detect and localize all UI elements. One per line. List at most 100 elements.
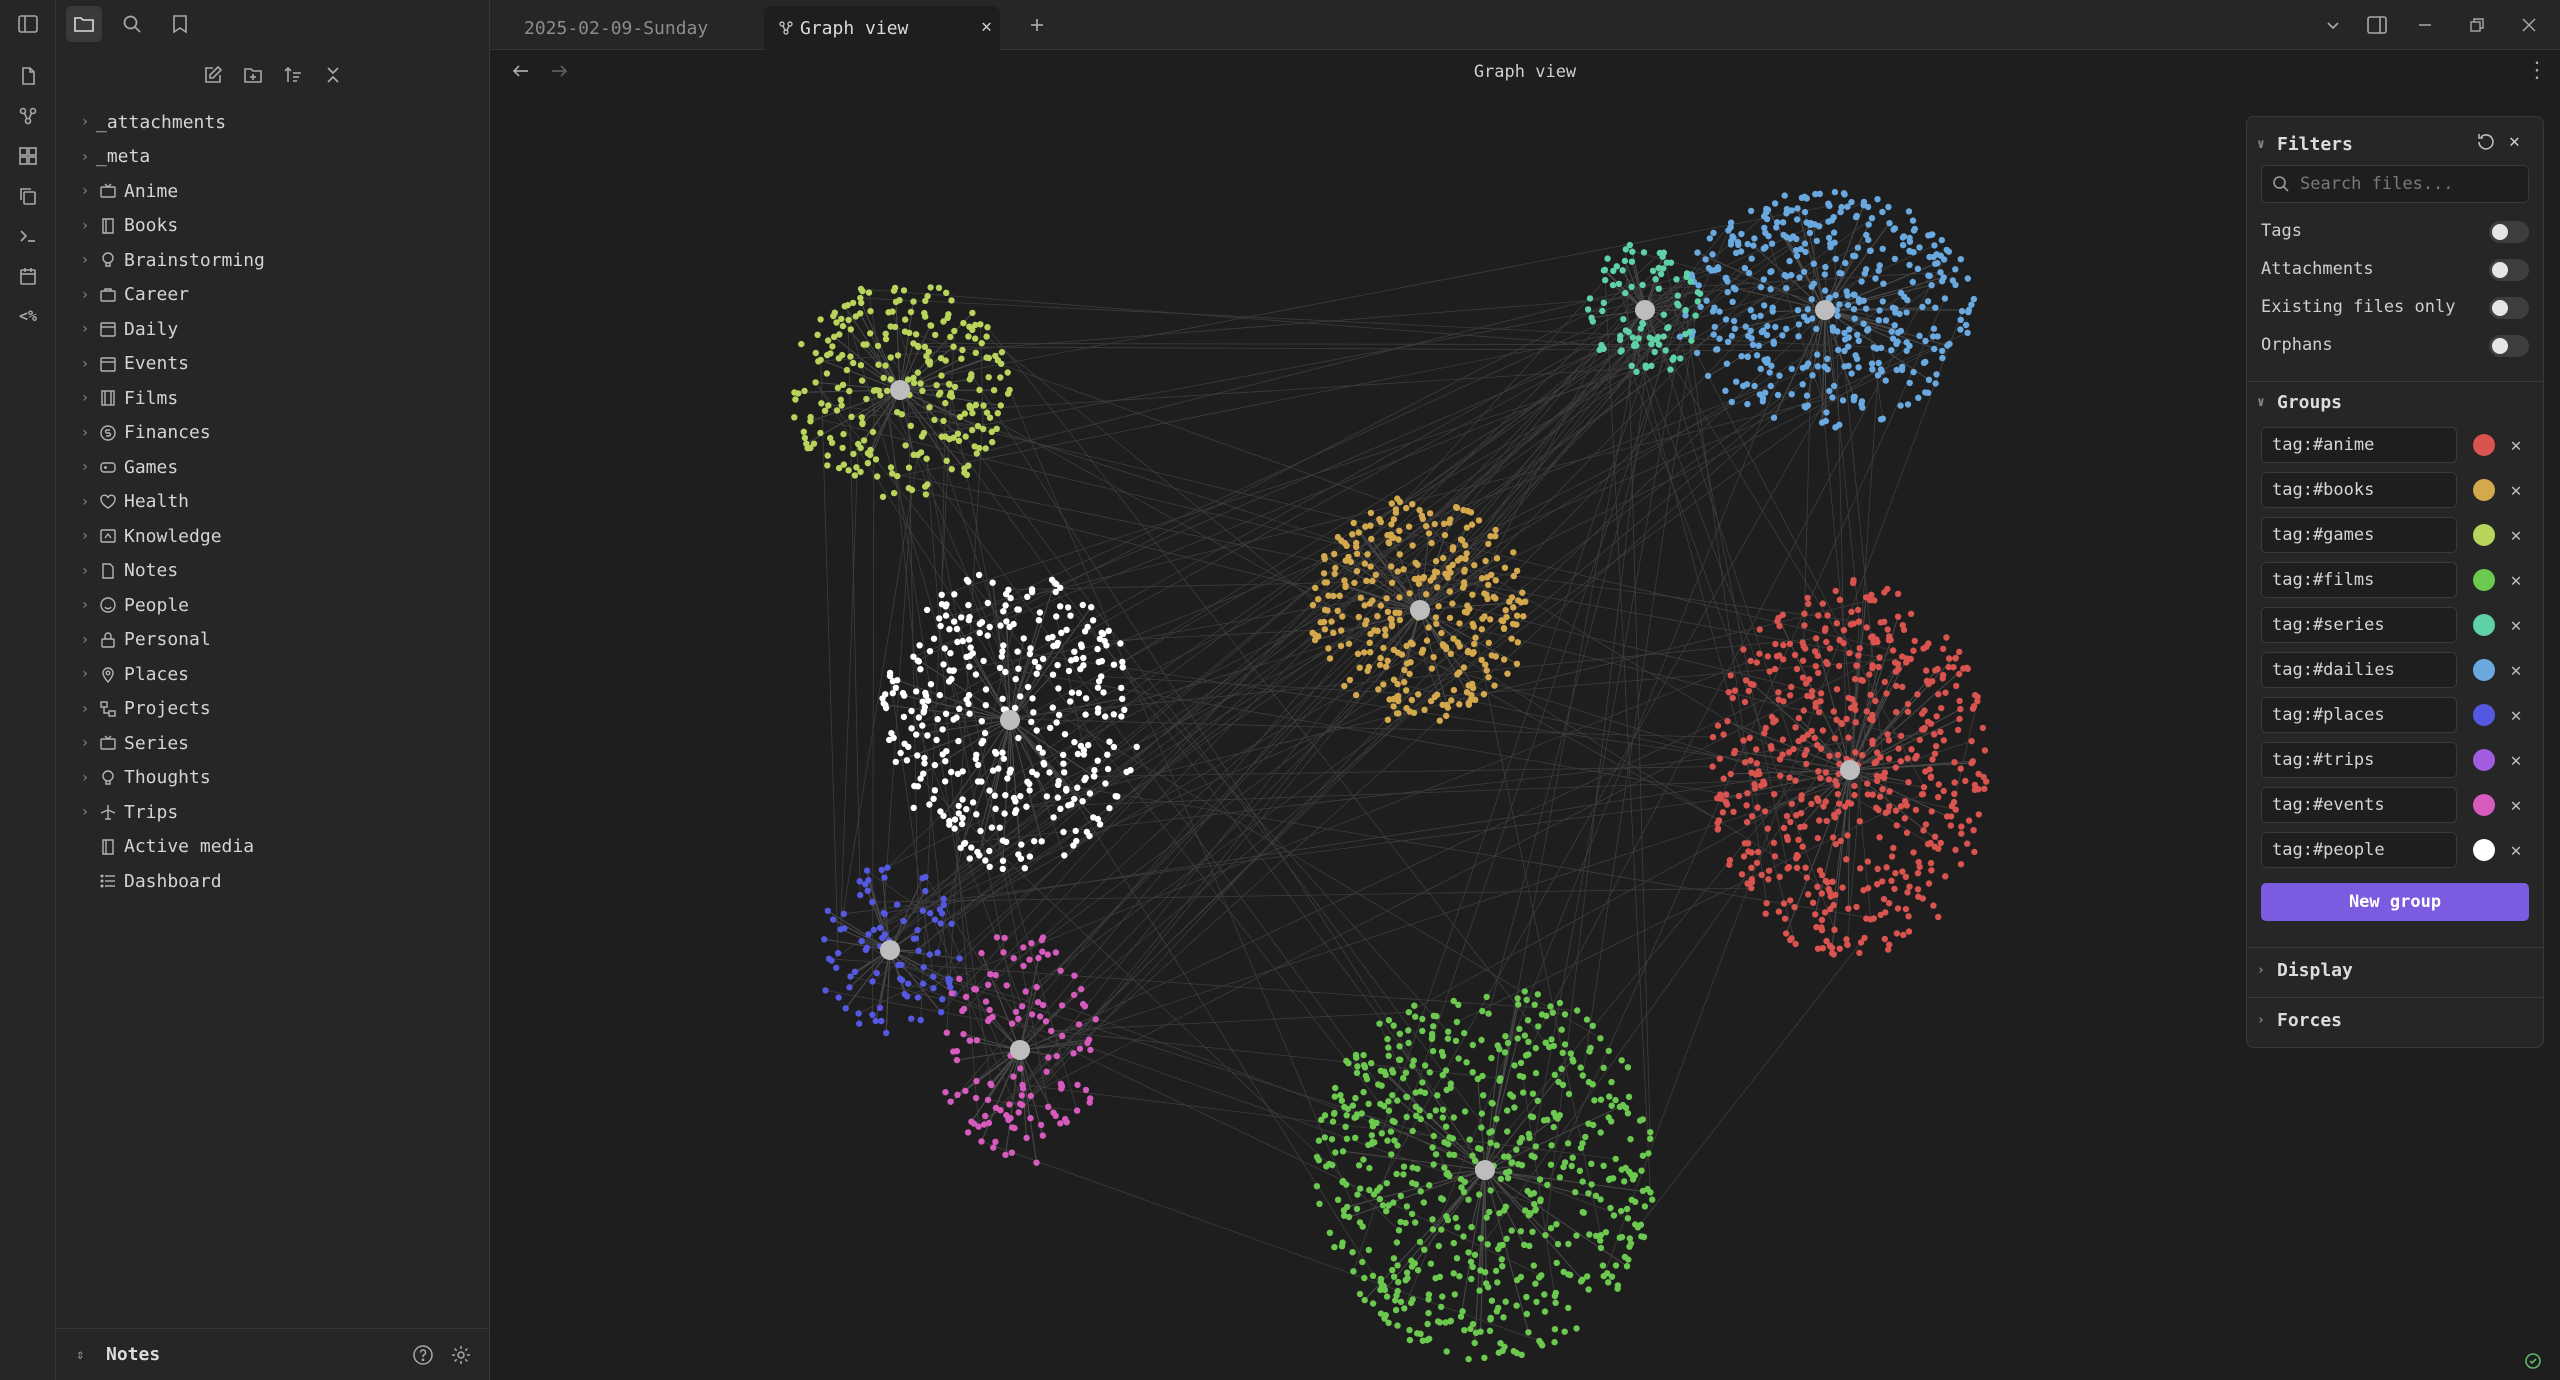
group-query-input[interactable]: tag:#people (2261, 832, 2457, 868)
tags-toggle[interactable] (2489, 221, 2529, 243)
graph-node-anime (1813, 741, 1821, 749)
folder-item[interactable]: › Finances (74, 417, 474, 449)
bookmark-icon[interactable] (162, 6, 198, 42)
remove-group-icon[interactable]: ✕ (2505, 569, 2527, 591)
right-sidebar-toggle-icon[interactable] (2360, 8, 2394, 42)
folder-item[interactable]: › Series (74, 727, 474, 759)
group-color-swatch[interactable] (2473, 569, 2495, 591)
remove-group-icon[interactable]: ✕ (2505, 749, 2527, 771)
remove-group-icon[interactable]: ✕ (2505, 434, 2527, 456)
tab-graph-view[interactable]: Graph view ✕ (764, 6, 1000, 50)
attachments-toggle[interactable] (2489, 259, 2529, 281)
vault-name[interactable]: Notes (106, 1344, 160, 1365)
group-color-swatch[interactable] (2473, 659, 2495, 681)
folder-item[interactable]: › Knowledge (74, 520, 474, 552)
remove-group-icon[interactable]: ✕ (2505, 524, 2527, 546)
folder-item[interactable]: › Career (74, 279, 474, 311)
close-panel-icon[interactable]: ✕ (2509, 133, 2520, 151)
reset-icon[interactable] (2475, 131, 2497, 157)
folder-item[interactable]: › Places (74, 658, 474, 690)
help-icon[interactable] (412, 1344, 434, 1370)
group-color-swatch[interactable] (2473, 794, 2495, 816)
graph-node-dailies (1845, 343, 1852, 350)
settings-icon[interactable] (450, 1344, 472, 1370)
folder-item[interactable]: › Projects (74, 693, 474, 725)
group-query-input[interactable]: tag:#trips (2261, 742, 2457, 778)
folder-item[interactable]: › Events (74, 348, 474, 380)
remove-group-icon[interactable]: ✕ (2505, 659, 2527, 681)
remove-group-icon[interactable]: ✕ (2505, 794, 2527, 816)
restore-icon[interactable] (2460, 8, 2494, 42)
group-query-input[interactable]: tag:#books (2261, 472, 2457, 508)
folder-item[interactable]: › People (74, 589, 474, 621)
search-files-input[interactable]: Search files... (2261, 165, 2529, 203)
file-item[interactable]: Dashboard (74, 865, 474, 897)
new-tab-icon[interactable] (1020, 8, 1054, 42)
folder-item[interactable]: › Thoughts (74, 762, 474, 794)
sync-status-icon[interactable] (2524, 1352, 2546, 1374)
group-query-input[interactable]: tag:#games (2261, 517, 2457, 553)
graph-node-films (1353, 1054, 1360, 1061)
folder-item[interactable]: › _attachments (74, 106, 474, 138)
group-query-input[interactable]: tag:#series (2261, 607, 2457, 643)
folder-item[interactable]: › Notes (74, 555, 474, 587)
file-item[interactable]: Active media (74, 831, 474, 863)
templater-icon[interactable]: <% (14, 302, 42, 330)
sidebar-toggle-icon[interactable] (14, 10, 42, 38)
group-query-input[interactable]: tag:#films (2261, 562, 2457, 598)
minimize-icon[interactable] (2408, 8, 2442, 42)
graph-node-games (910, 451, 917, 458)
folder-item[interactable]: › Games (74, 451, 474, 483)
new-folder-icon[interactable] (238, 60, 268, 90)
files-tab-icon[interactable] (66, 6, 102, 42)
copy-icon[interactable] (14, 182, 42, 210)
new-group-button[interactable]: New group (2261, 883, 2529, 921)
existing-files-toggle[interactable] (2489, 297, 2529, 319)
group-query-input[interactable]: tag:#anime (2261, 427, 2457, 463)
new-note-icon[interactable] (198, 60, 228, 90)
canvas-icon[interactable] (14, 142, 42, 170)
groups-header[interactable]: ∨ Groups (2257, 387, 2342, 417)
close-window-icon[interactable] (2512, 8, 2546, 42)
graph-node-anime (1770, 719, 1777, 726)
tab-daily-note[interactable]: 2025-02-09-Sunday (510, 6, 750, 50)
open-quick-switcher-icon[interactable] (14, 62, 42, 90)
tab-list-chevron-icon[interactable] (2316, 8, 2350, 42)
folder-item[interactable]: › _meta (74, 141, 474, 173)
filters-header[interactable]: ∨ Filters (2257, 129, 2353, 159)
search-icon[interactable] (114, 6, 150, 42)
folder-item[interactable]: › Films (74, 382, 474, 414)
close-tab-icon[interactable]: ✕ (981, 18, 992, 36)
forces-header[interactable]: › Forces (2257, 1005, 2342, 1035)
daily-note-icon[interactable] (14, 262, 42, 290)
vault-switcher[interactable]: ⇕ Notes (56, 1328, 490, 1380)
group-color-swatch[interactable] (2473, 839, 2495, 861)
group-query-input[interactable]: tag:#events (2261, 787, 2457, 823)
graph-view-icon[interactable] (14, 102, 42, 130)
group-query-input[interactable]: tag:#places (2261, 697, 2457, 733)
folder-item[interactable]: › Health (74, 486, 474, 518)
remove-group-icon[interactable]: ✕ (2505, 839, 2527, 861)
group-color-swatch[interactable] (2473, 614, 2495, 636)
terminal-icon[interactable] (14, 222, 42, 250)
graph-node-anime (1931, 833, 1939, 840)
collapse-all-icon[interactable] (318, 60, 348, 90)
group-query-input[interactable]: tag:#dailies (2261, 652, 2457, 688)
folder-item[interactable]: › Books (74, 210, 474, 242)
group-color-swatch[interactable] (2473, 749, 2495, 771)
group-color-swatch[interactable] (2473, 434, 2495, 456)
display-header[interactable]: › Display (2257, 955, 2353, 985)
group-color-swatch[interactable] (2473, 479, 2495, 501)
folder-item[interactable]: › Trips (74, 796, 474, 828)
remove-group-icon[interactable]: ✕ (2505, 479, 2527, 501)
orphans-toggle[interactable] (2489, 335, 2529, 357)
folder-item[interactable]: › Anime (74, 175, 474, 207)
sort-icon[interactable] (278, 60, 308, 90)
remove-group-icon[interactable]: ✕ (2505, 614, 2527, 636)
folder-item[interactable]: › Brainstorming (74, 244, 474, 276)
folder-item[interactable]: › Personal (74, 624, 474, 656)
remove-group-icon[interactable]: ✕ (2505, 704, 2527, 726)
group-color-swatch[interactable] (2473, 704, 2495, 726)
group-color-swatch[interactable] (2473, 524, 2495, 546)
folder-item[interactable]: › Daily (74, 313, 474, 345)
